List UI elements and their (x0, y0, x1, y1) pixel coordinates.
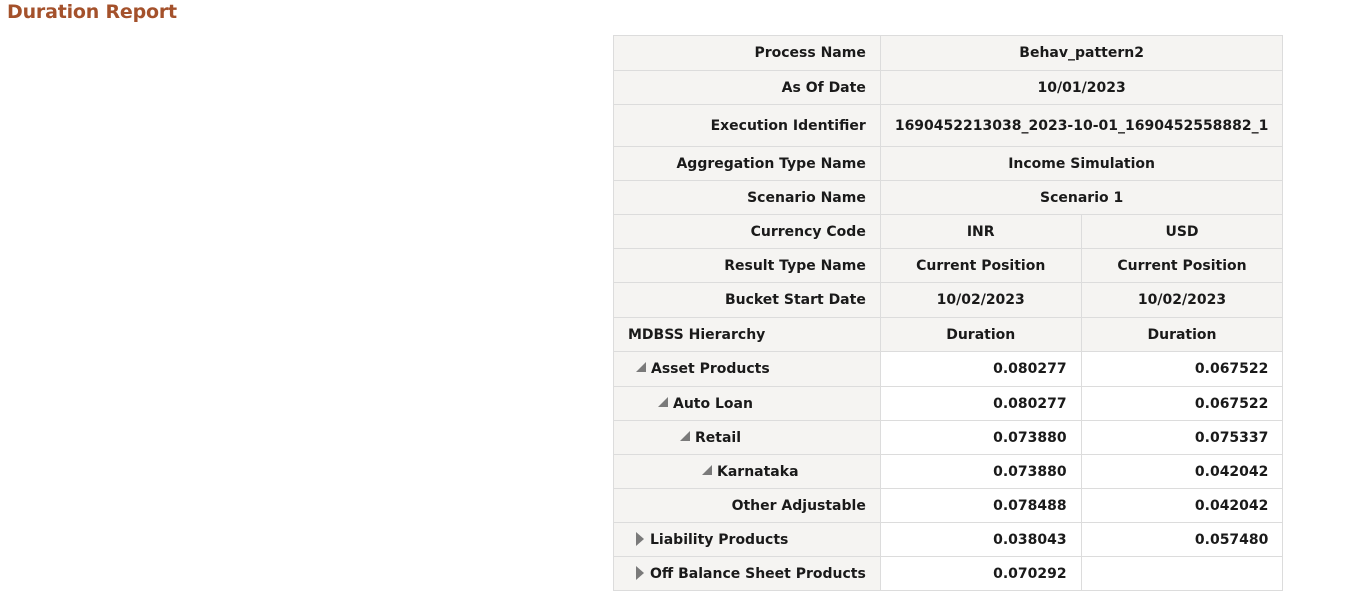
value-usd (1080, 556, 1284, 591)
row-header-off-balance-sheet-products[interactable]: Off Balance Sheet Products (613, 556, 881, 591)
scenario-name-value: Scenario 1 (879, 180, 1284, 215)
row-label: Auto Loan (673, 395, 753, 412)
measure-duration-inr: Duration (879, 317, 1082, 352)
value-usd: 0.042042 (1080, 454, 1284, 489)
row-label: Liability Products (650, 531, 789, 548)
row-label: Retail (695, 429, 742, 446)
collapse-triangle-icon[interactable] (702, 464, 712, 475)
expand-triangle-icon[interactable] (636, 531, 644, 546)
execution-identifier-label: Execution Identifier (613, 104, 881, 147)
value-inr: 0.078488 (879, 488, 1082, 523)
header-row-aggregation-type: Aggregation Type Name Income Simulation (613, 146, 1284, 181)
table-row: Asset Products 0.080277 0.067522 (613, 351, 1284, 387)
value-inr: 0.080277 (879, 351, 1082, 387)
report-title: Duration Report (7, 1, 177, 23)
row-header-auto-loan[interactable]: Auto Loan (613, 386, 881, 421)
as-of-date-value: 10/01/2023 (879, 70, 1284, 105)
value-inr: 0.070292 (879, 556, 1082, 591)
table-row: Other Adjustable 0.078488 0.042042 (613, 488, 1284, 523)
value-usd: 0.067522 (1080, 386, 1284, 421)
value-inr: 0.080277 (879, 386, 1082, 421)
result-type-usd: Current Position (1080, 248, 1284, 283)
value-inr: 0.073880 (879, 420, 1082, 455)
aggregation-type-value: Income Simulation (879, 146, 1284, 181)
aggregation-type-label: Aggregation Type Name (613, 146, 881, 181)
currency-code-label: Currency Code (613, 214, 881, 249)
currency-code-usd: USD (1080, 214, 1284, 249)
header-row-measures: MDBSS Hierarchy Duration Duration (613, 317, 1284, 352)
currency-code-inr: INR (879, 214, 1082, 249)
row-header-karnataka[interactable]: Karnataka (613, 454, 881, 489)
row-header-other-adjustable: Other Adjustable (613, 488, 881, 523)
row-label: Off Balance Sheet Products (650, 565, 866, 582)
value-usd: 0.057480 (1080, 522, 1284, 557)
header-row-scenario-name: Scenario Name Scenario 1 (613, 180, 1284, 215)
header-row-as-of-date: As Of Date 10/01/2023 (613, 70, 1284, 105)
result-type-inr: Current Position (879, 248, 1082, 283)
row-header-asset-products[interactable]: Asset Products (613, 351, 881, 387)
header-row-process-name: Process Name Behav_pattern2 (613, 35, 1284, 71)
collapse-triangle-icon[interactable] (636, 362, 646, 372)
header-row-execution-identifier: Execution Identifier 1690452213038_2023-… (613, 104, 1284, 147)
row-label: Asset Products (651, 361, 770, 377)
value-inr: 0.073880 (879, 454, 1082, 489)
value-usd: 0.042042 (1080, 488, 1284, 523)
process-name-value: Behav_pattern2 (879, 35, 1284, 71)
header-row-result-type: Result Type Name Current Position Curren… (613, 248, 1284, 283)
row-label: Karnataka (717, 463, 799, 480)
as-of-date-label: As Of Date (613, 70, 881, 105)
collapse-triangle-icon[interactable] (680, 430, 690, 441)
row-header-liability-products[interactable]: Liability Products (613, 522, 881, 557)
table-row: Liability Products 0.038043 0.057480 (613, 522, 1284, 557)
bucket-start-date-usd: 10/02/2023 (1080, 282, 1284, 318)
scenario-name-label: Scenario Name (613, 180, 881, 215)
hierarchy-label: MDBSS Hierarchy (613, 317, 881, 352)
value-usd: 0.067522 (1080, 351, 1284, 387)
execution-identifier-value: 1690452213038_2023-10-01_1690452558882_1 (879, 104, 1284, 147)
row-label: Other Adjustable (731, 497, 866, 514)
value-inr: 0.038043 (879, 522, 1082, 557)
bucket-start-date-inr: 10/02/2023 (879, 282, 1082, 318)
header-row-bucket-start-date: Bucket Start Date 10/02/2023 10/02/2023 (613, 282, 1284, 318)
table-row: Off Balance Sheet Products 0.070292 (613, 556, 1284, 591)
bucket-start-date-label: Bucket Start Date (613, 282, 881, 318)
table-row: Auto Loan 0.080277 0.067522 (613, 386, 1284, 421)
table-row: Retail 0.073880 0.075337 (613, 420, 1284, 455)
duration-pivot-table: Process Name Behav_pattern2 As Of Date 1… (613, 35, 1284, 591)
row-header-retail[interactable]: Retail (613, 420, 881, 455)
result-type-label: Result Type Name (613, 248, 881, 283)
header-row-currency-code: Currency Code INR USD (613, 214, 1284, 249)
process-name-label: Process Name (613, 35, 881, 71)
expand-triangle-icon[interactable] (636, 565, 644, 580)
collapse-triangle-icon[interactable] (658, 396, 668, 407)
measure-duration-usd: Duration (1080, 317, 1284, 352)
table-row: Karnataka 0.073880 0.042042 (613, 454, 1284, 489)
value-usd: 0.075337 (1080, 420, 1284, 455)
